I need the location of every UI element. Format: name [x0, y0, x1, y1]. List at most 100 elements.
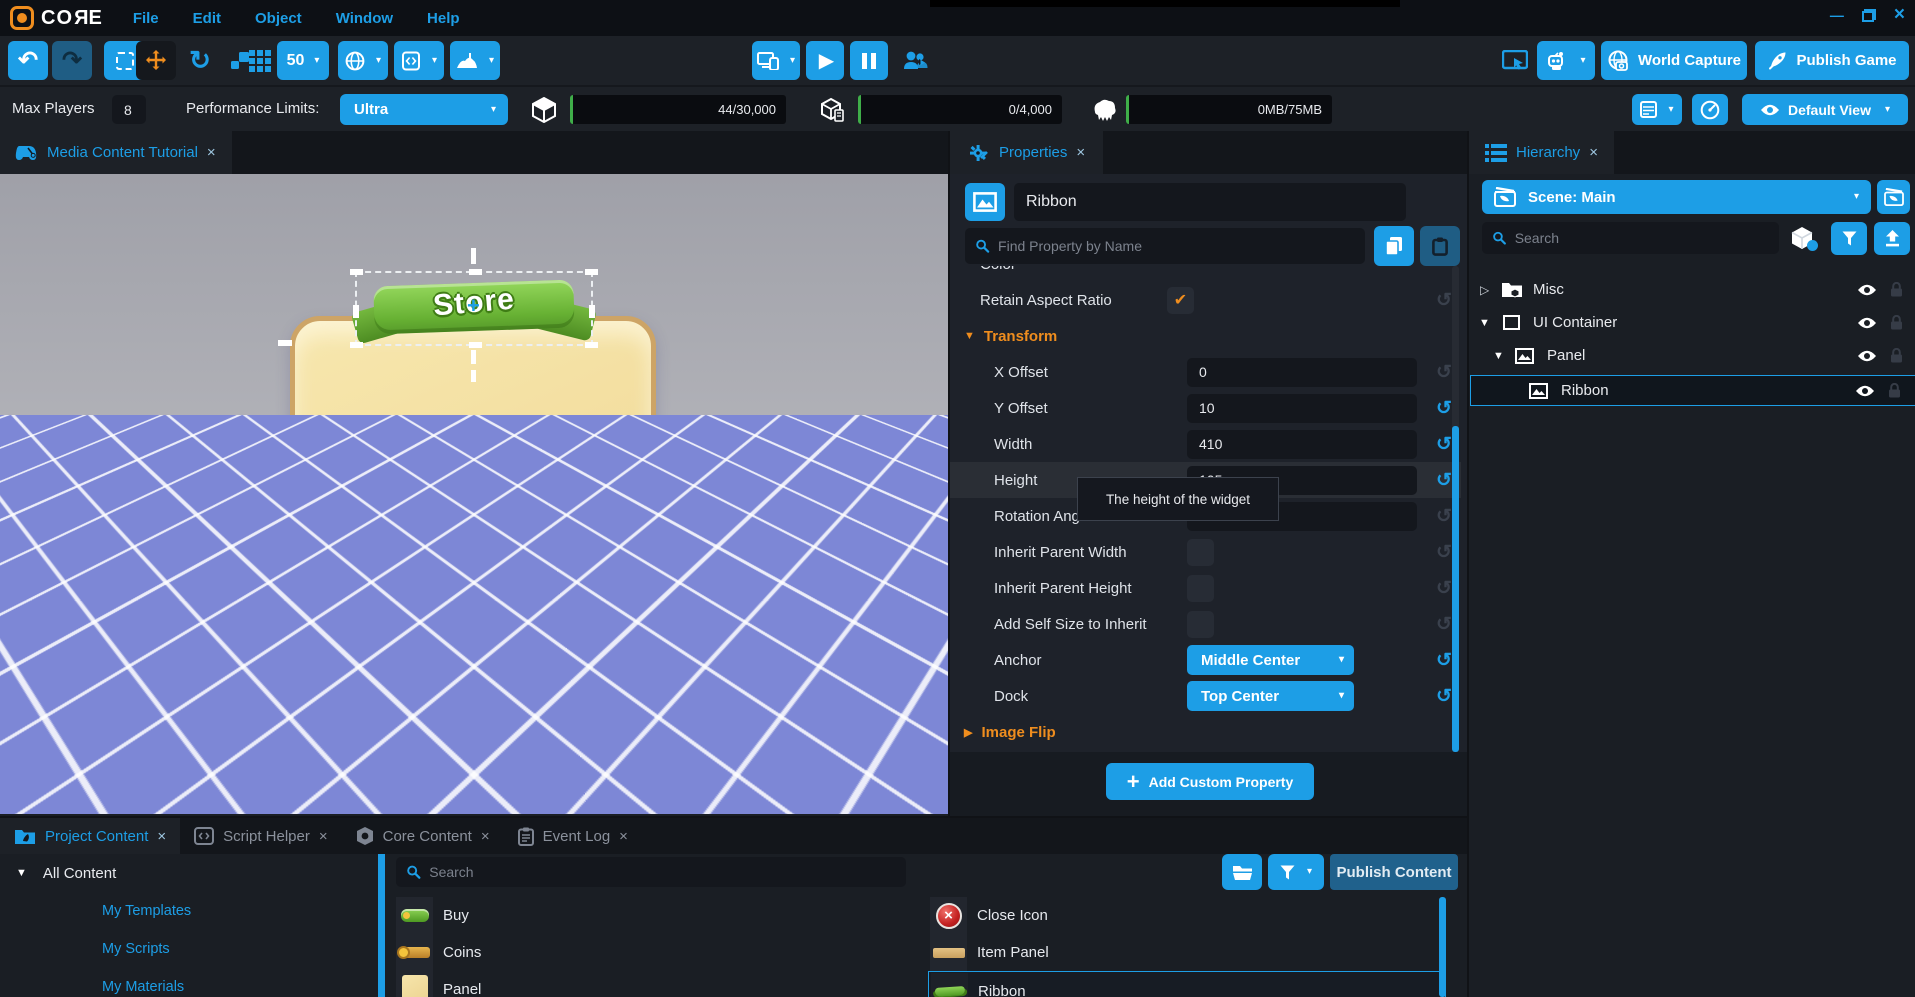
world-capture-button[interactable]: World Capture: [1601, 41, 1747, 80]
content-item-item-panel[interactable]: Item Panel: [930, 934, 1446, 971]
tab-script-helper[interactable]: Script Helper ×: [180, 818, 341, 854]
dock-dropdown[interactable]: Top Center▾: [1187, 681, 1354, 711]
inherit-height-checkbox[interactable]: [1187, 575, 1214, 602]
publish-content-button[interactable]: Publish Content: [1330, 854, 1458, 890]
performance-limits-dropdown[interactable]: Ultra ▾: [340, 94, 508, 125]
selection-handle[interactable]: [353, 305, 359, 318]
close-icon[interactable]: ×: [481, 828, 490, 845]
publish-game-button[interactable]: Publish Game: [1755, 41, 1909, 80]
selection-handle[interactable]: [589, 305, 595, 318]
terrain-dropdown[interactable]: ▾: [450, 41, 500, 80]
content-item-close-icon[interactable]: × Close Icon: [930, 897, 1446, 934]
section-image-flip[interactable]: ▶ Image Flip: [950, 714, 1461, 750]
close-icon[interactable]: ×: [207, 144, 216, 161]
property-search-input[interactable]: [998, 238, 1355, 254]
tab-hierarchy[interactable]: Hierarchy ×: [1469, 131, 1614, 174]
layout-dropdown[interactable]: ▾: [1632, 94, 1682, 125]
expand-icon[interactable]: ▷: [1480, 283, 1489, 297]
y-offset-input[interactable]: 10: [1187, 394, 1417, 423]
window-close-button[interactable]: ×: [1894, 8, 1905, 22]
grid-snap-button[interactable]: [240, 41, 280, 80]
redo-button[interactable]: ↷: [52, 41, 92, 80]
visibility-eye-icon[interactable]: [1855, 384, 1875, 398]
copy-properties-button[interactable]: [1374, 226, 1414, 266]
tab-event-log[interactable]: Event Log ×: [504, 818, 642, 854]
menu-file[interactable]: File: [133, 10, 159, 27]
visibility-eye-icon[interactable]: [1857, 316, 1877, 330]
window-restore-button[interactable]: [1862, 9, 1876, 22]
capture-bot-dropdown[interactable]: ▾: [1537, 41, 1595, 80]
script-dropdown[interactable]: ▾: [394, 41, 444, 80]
hierarchy-filter-button[interactable]: [1831, 222, 1867, 255]
pause-button[interactable]: [850, 41, 888, 80]
performance-gauge-button[interactable]: [1692, 94, 1728, 125]
section-transform[interactable]: ▼ Transform: [950, 318, 1461, 354]
tree-row-misc[interactable]: ▷ Misc: [1469, 276, 1915, 303]
viewport-scene[interactable]: Store +: [0, 174, 948, 814]
expand-icon[interactable]: ▼: [1479, 317, 1490, 329]
scene-dropdown[interactable]: Scene: Main ▾: [1482, 180, 1871, 214]
anchor-dropdown[interactable]: Middle Center▾: [1187, 645, 1354, 675]
group-objects-icon[interactable]: [1791, 226, 1819, 252]
grid-size-dropdown[interactable]: 50 ▾: [277, 41, 329, 80]
tab-project-content[interactable]: Project Content ×: [0, 818, 180, 854]
visibility-eye-icon[interactable]: [1857, 349, 1877, 363]
paste-properties-button[interactable]: [1420, 226, 1460, 266]
close-icon[interactable]: ×: [157, 828, 166, 845]
tree-item-my-materials[interactable]: My Materials: [0, 968, 378, 997]
inherit-width-checkbox[interactable]: [1187, 539, 1214, 566]
tab-core-content[interactable]: Core Content ×: [342, 818, 504, 854]
menu-object[interactable]: Object: [255, 10, 302, 27]
properties-scrollbar[interactable]: [1452, 266, 1459, 752]
tree-item-my-scripts[interactable]: My Scripts: [0, 930, 378, 968]
selection-box[interactable]: +: [355, 271, 593, 346]
object-type-image-button[interactable]: [965, 183, 1005, 221]
lock-icon[interactable]: [1890, 348, 1903, 363]
close-icon[interactable]: ×: [1589, 144, 1598, 161]
window-minimize-button[interactable]: —: [1830, 10, 1844, 20]
content-item-ribbon[interactable]: Ribbon: [928, 971, 1446, 997]
undo-button[interactable]: ↶: [8, 41, 48, 80]
close-icon[interactable]: ×: [619, 828, 628, 845]
scene-manager-button[interactable]: [1877, 180, 1910, 214]
open-folder-button[interactable]: [1222, 854, 1262, 890]
menu-window[interactable]: Window: [336, 10, 393, 27]
play-button[interactable]: ▶: [806, 41, 844, 80]
max-players-input[interactable]: [112, 95, 146, 124]
content-item-coins[interactable]: Coins: [396, 934, 916, 971]
close-icon[interactable]: ×: [1076, 144, 1085, 161]
selection-handle[interactable]: [469, 269, 482, 275]
export-template-button[interactable]: [1874, 222, 1910, 255]
lock-icon[interactable]: [1888, 383, 1901, 398]
content-splitter[interactable]: [378, 854, 385, 997]
add-custom-property-button[interactable]: + Add Custom Property: [1106, 763, 1314, 800]
lock-icon[interactable]: [1890, 315, 1903, 330]
tree-row-panel[interactable]: ▼ Panel: [1469, 342, 1915, 369]
rotate-tool-button[interactable]: ↻: [182, 41, 218, 80]
menu-edit[interactable]: Edit: [193, 10, 221, 27]
expand-icon[interactable]: ▼: [1493, 350, 1504, 362]
visibility-eye-icon[interactable]: [1857, 283, 1877, 297]
close-icon[interactable]: ×: [319, 828, 328, 845]
width-input[interactable]: 410: [1187, 430, 1417, 459]
content-item-buy[interactable]: Buy: [396, 897, 916, 934]
tab-media-content-tutorial[interactable]: Media Content Tutorial ×: [0, 131, 232, 174]
multiplayer-preview-button[interactable]: [898, 45, 932, 77]
tree-root-all-content[interactable]: ▼ All Content: [0, 854, 378, 892]
add-self-size-checkbox[interactable]: [1187, 611, 1214, 638]
object-name-input[interactable]: [1014, 183, 1406, 221]
move-tool-button[interactable]: [136, 41, 176, 80]
tree-item-my-templates[interactable]: My Templates: [0, 892, 378, 930]
content-scrollbar[interactable]: [1439, 897, 1446, 997]
pivot-plus-icon[interactable]: +: [467, 295, 480, 317]
preview-device-dropdown[interactable]: ▾: [752, 41, 800, 80]
screen-share-button[interactable]: [1500, 48, 1530, 74]
content-filter-dropdown[interactable]: ▾: [1268, 854, 1324, 890]
menu-help[interactable]: Help: [427, 10, 460, 27]
hierarchy-search-input[interactable]: [1515, 230, 1769, 246]
selection-handle[interactable]: [469, 342, 482, 348]
content-item-panel[interactable]: Panel: [396, 971, 916, 997]
retain-aspect-checkbox[interactable]: ✔: [1167, 287, 1194, 314]
default-view-dropdown[interactable]: Default View ▾: [1742, 94, 1908, 125]
tab-properties[interactable]: Properties ×: [950, 131, 1103, 174]
